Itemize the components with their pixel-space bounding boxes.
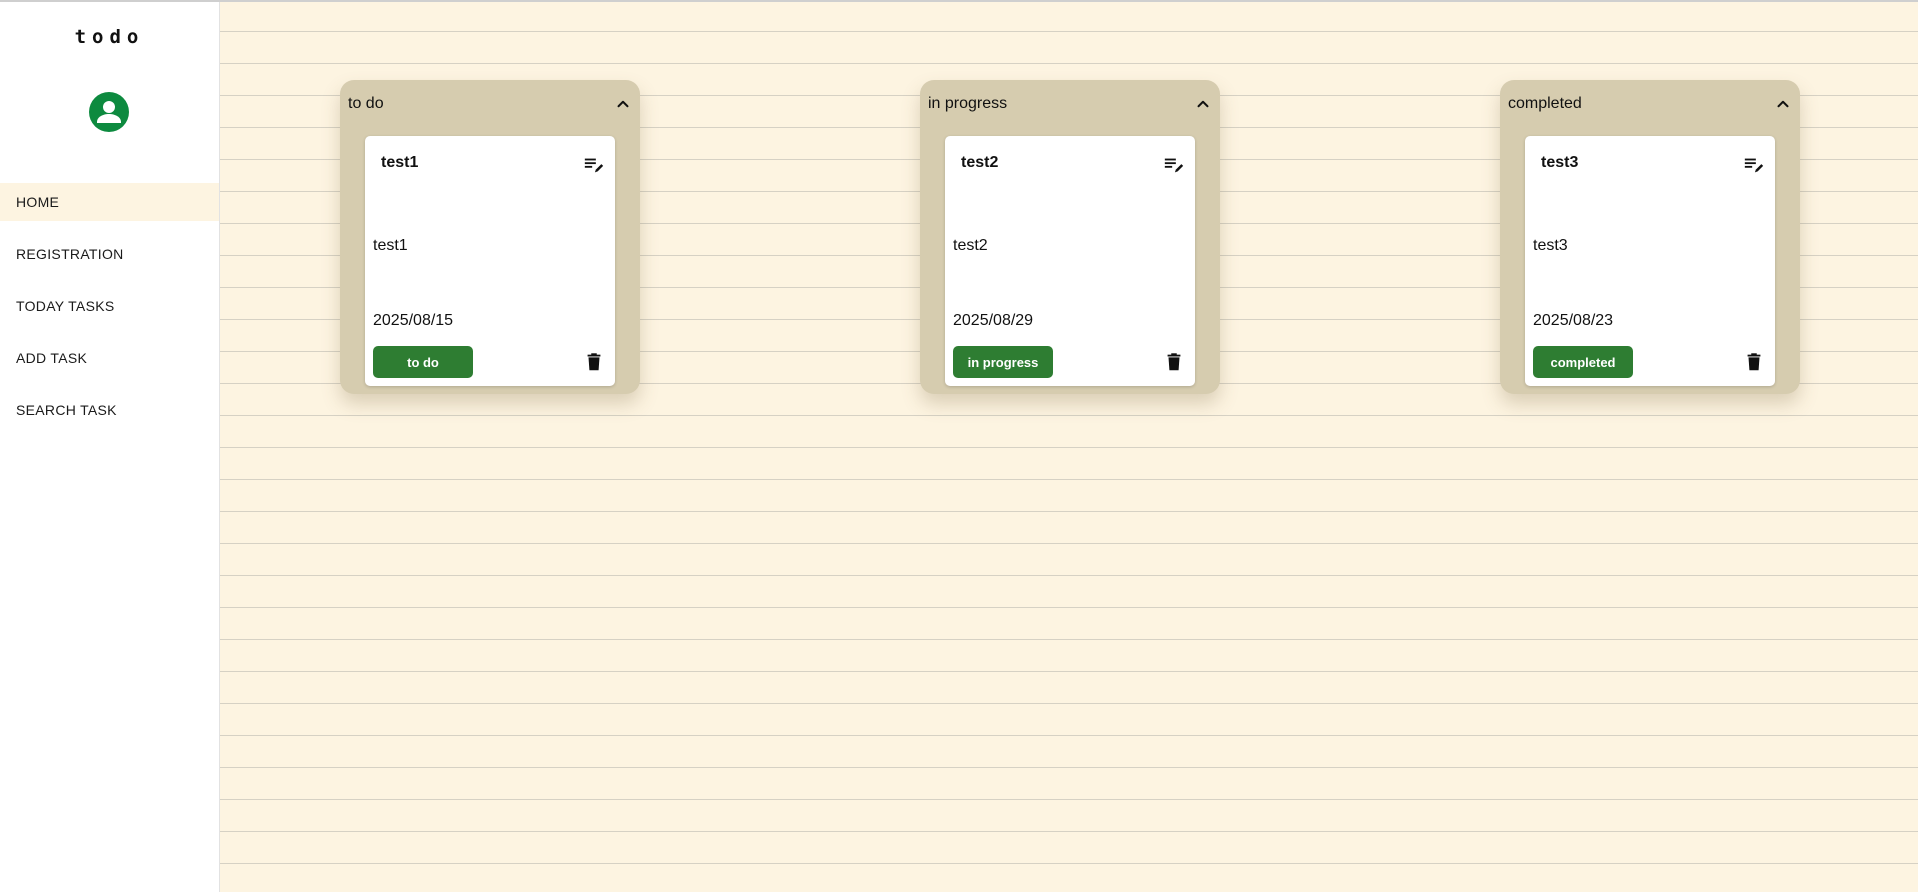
column-header: to do [348, 94, 632, 114]
task-board: to do test1 test1 2025/08/15 to do in pr… [220, 0, 1918, 892]
column-completed: completed test3 test3 2025/08/23 complet… [1500, 80, 1800, 394]
app-title: todo [74, 26, 145, 48]
status-button[interactable]: to do [373, 346, 473, 378]
sidebar-item-registration[interactable]: REGISTRATION [0, 235, 219, 273]
task-card: test2 test2 2025/08/29 in progress [945, 136, 1195, 386]
column-in-progress: in progress test2 test2 2025/08/29 in pr… [920, 80, 1220, 394]
sidebar-item-label: REGISTRATION [16, 246, 124, 262]
task-date: 2025/08/23 [1533, 312, 1614, 329]
task-date: 2025/08/15 [373, 312, 454, 329]
status-button[interactable]: completed [1533, 346, 1633, 378]
task-card: test3 test3 2025/08/23 completed [1525, 136, 1775, 386]
sidebar-item-label: TODAY TASKS [16, 298, 115, 314]
task-description: test1 [373, 237, 408, 254]
top-border [0, 0, 1918, 2]
chevron-up-icon[interactable] [1774, 95, 1792, 113]
column-header: completed [1508, 94, 1792, 114]
edit-note-icon[interactable] [1743, 154, 1765, 176]
task-description: test3 [1533, 237, 1568, 254]
task-description: test2 [953, 237, 988, 254]
sidebar-item-label: HOME [16, 194, 60, 210]
chevron-up-icon[interactable] [614, 95, 632, 113]
column-header: in progress [928, 94, 1212, 114]
sidebar: todo HOME REGISTRATION TODAY TASKS ADD T… [0, 0, 220, 892]
sidebar-item-home[interactable]: HOME [0, 183, 219, 221]
sidebar-item-search-task[interactable]: SEARCH TASK [0, 391, 219, 429]
status-button[interactable]: in progress [953, 346, 1053, 378]
edit-note-icon[interactable] [1163, 154, 1185, 176]
sidebar-item-label: ADD TASK [16, 350, 88, 366]
trash-icon[interactable] [583, 351, 605, 373]
column-title: in progress [928, 95, 1008, 112]
sidebar-item-add-task[interactable]: ADD TASK [0, 339, 219, 377]
trash-icon[interactable] [1163, 351, 1185, 373]
sidebar-nav: HOME REGISTRATION TODAY TASKS ADD TASK S… [0, 183, 219, 443]
sidebar-item-today-tasks[interactable]: TODAY TASKS [0, 287, 219, 325]
task-title: test2 [961, 154, 999, 171]
column-title: to do [348, 95, 384, 112]
edit-note-icon[interactable] [583, 154, 605, 176]
column-todo: to do test1 test1 2025/08/15 to do [340, 80, 640, 394]
chevron-up-icon[interactable] [1194, 95, 1212, 113]
account-circle-icon[interactable] [89, 92, 129, 132]
task-title: test1 [381, 154, 419, 171]
sidebar-item-label: SEARCH TASK [16, 402, 117, 418]
column-title: completed [1508, 95, 1582, 112]
task-card: test1 test1 2025/08/15 to do [365, 136, 615, 386]
task-date: 2025/08/29 [953, 312, 1034, 329]
task-title: test3 [1541, 154, 1579, 171]
trash-icon[interactable] [1743, 351, 1765, 373]
